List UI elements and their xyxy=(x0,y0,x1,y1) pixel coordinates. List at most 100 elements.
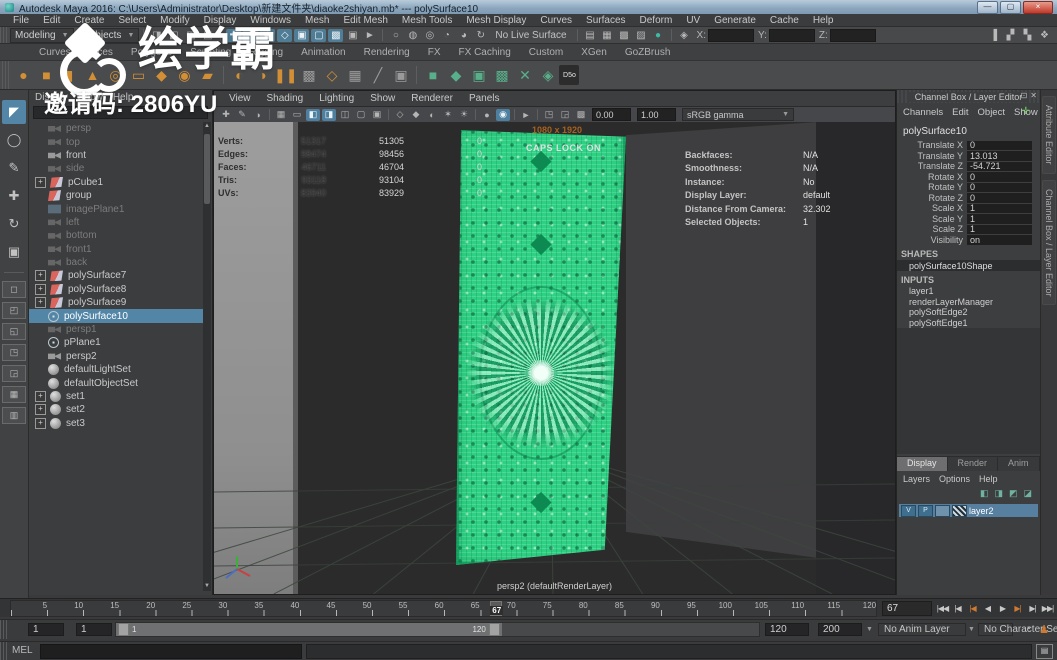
shelf-icon[interactable]: ▲ xyxy=(81,64,104,87)
outliner-item[interactable]: left xyxy=(29,216,203,229)
status-icon[interactable]: ◧ xyxy=(166,29,181,42)
playback-button[interactable]: ▶▶| xyxy=(1040,601,1055,615)
layer-color-swatch[interactable] xyxy=(952,504,967,517)
menu-item[interactable]: Edit xyxy=(36,15,67,26)
input-node-item[interactable]: polySoftEdge2 xyxy=(897,307,1040,318)
timeline-tick[interactable]: 110 xyxy=(768,601,804,611)
status-icon[interactable]: ◈ xyxy=(677,29,692,42)
viewport-toolbar-icon[interactable] xyxy=(388,109,389,120)
gamma-field[interactable]: 1.00 xyxy=(637,108,676,121)
status-icon[interactable]: ◆ xyxy=(260,28,276,42)
status-icon[interactable] xyxy=(670,29,672,41)
timeline-tick[interactable]: 85 xyxy=(588,601,624,611)
chevron-down-icon[interactable]: ▼ xyxy=(968,626,975,633)
status-icon[interactable]: ▤ xyxy=(200,29,215,42)
selected-node-name[interactable]: polySurface10 xyxy=(897,120,1040,140)
range-end-handle[interactable] xyxy=(488,623,500,636)
menu-item[interactable]: Select xyxy=(111,15,153,26)
shelf-icon[interactable]: ▣ xyxy=(467,64,490,87)
anim-layer-dropdown[interactable]: No Anim Layer xyxy=(878,623,966,636)
close-icon[interactable]: ✕ xyxy=(1030,91,1037,100)
chevron-down-icon[interactable]: ▼ xyxy=(866,626,873,633)
layer-editor-menu-item[interactable]: Options xyxy=(939,474,970,484)
input-node-item[interactable]: polySoftEdge1 xyxy=(897,318,1040,329)
current-frame-field[interactable]: 67 xyxy=(882,601,932,616)
playback-button[interactable]: ◀ xyxy=(980,601,995,615)
menu-item[interactable]: Mesh Tools xyxy=(395,15,459,26)
shelf-grip[interactable] xyxy=(2,61,9,89)
expand-toggle-icon[interactable] xyxy=(35,352,44,361)
outliner-item[interactable]: imagePlane1 xyxy=(29,202,203,215)
auto-keyframe-icon[interactable]: ◔ xyxy=(1024,623,1031,635)
viewport-toolbar-icon[interactable]: ► xyxy=(519,109,533,121)
outliner-item[interactable]: defaultLightSet xyxy=(29,363,203,376)
attribute-value-field[interactable]: 0 xyxy=(967,172,1032,182)
outliner-item[interactable]: + pCube1 xyxy=(29,176,203,189)
timeline-tick[interactable]: 95 xyxy=(660,601,696,611)
viewport-toolbar-icon[interactable]: ◲ xyxy=(558,109,572,121)
outliner-item[interactable]: + set3 xyxy=(29,417,203,430)
status-icon[interactable]: ◕ xyxy=(456,29,471,42)
status-icon[interactable]: ✚ xyxy=(226,28,242,42)
shape-node-item[interactable]: polySurface10Shape xyxy=(897,260,1040,271)
layer-editor-menu-item[interactable]: Layers xyxy=(903,474,930,484)
menu-item[interactable]: File xyxy=(6,15,36,26)
status-icon[interactable]: ▤ xyxy=(583,29,598,42)
status-icon[interactable]: ◠ xyxy=(243,28,259,42)
coord-input[interactable] xyxy=(707,28,754,42)
outliner-item[interactable]: front xyxy=(29,149,203,162)
shelf-icon[interactable]: ◆ xyxy=(150,64,173,87)
shelf-tab[interactable]: Animation xyxy=(292,45,354,60)
expand-toggle-icon[interactable]: + xyxy=(35,404,46,416)
expand-toggle-icon[interactable]: + xyxy=(35,270,46,282)
shelf-icon[interactable]: ▮ xyxy=(58,64,81,87)
menu-item[interactable]: Edit Mesh xyxy=(336,15,394,26)
expand-toggle-icon[interactable] xyxy=(35,218,44,227)
sidebar-toggle-icon[interactable]: ▐ xyxy=(986,29,1001,42)
status-icon[interactable]: ↻ xyxy=(473,29,488,42)
viewport-menu-item[interactable]: View xyxy=(222,93,258,104)
viewport-toolbar-icon[interactable]: ✎ xyxy=(235,109,249,121)
shelf-icon[interactable]: ▰ xyxy=(196,64,219,87)
layout-shortcut-button[interactable]: ◳ xyxy=(2,344,26,361)
expand-toggle-icon[interactable] xyxy=(35,312,44,321)
shelf-icon[interactable]: ▭ xyxy=(127,64,150,87)
sidebar-toggle-icon[interactable]: ▚ xyxy=(1020,29,1035,42)
viewport-toolbar-icon[interactable]: ◳ xyxy=(542,109,556,121)
layer-name[interactable]: layer2 xyxy=(969,506,994,516)
status-icon[interactable]: ▣ xyxy=(294,28,310,42)
timeline-tick[interactable]: 15 xyxy=(83,601,119,611)
expand-toggle-icon[interactable] xyxy=(35,325,44,334)
channel-box-menu-item[interactable]: Object xyxy=(978,107,1005,118)
viewport-toolbar-icon[interactable]: ◧ xyxy=(306,108,320,121)
outliner-item[interactable]: side xyxy=(29,162,203,175)
shelf-tab[interactable]: Rendering xyxy=(355,45,419,60)
menu-item[interactable]: Windows xyxy=(243,15,298,26)
outliner-item[interactable]: pPlane1 xyxy=(29,336,203,349)
status-icon[interactable]: ○ xyxy=(388,29,403,42)
layer-editor-tab[interactable]: Render xyxy=(947,457,999,471)
viewport-toolbar-icon[interactable]: ◨ xyxy=(322,108,336,121)
sidebar-vertical-tab[interactable]: Channel Box / Layer Editor xyxy=(1042,179,1056,306)
exposure-field[interactable]: 0.00 xyxy=(592,108,631,121)
menu-item[interactable]: UV xyxy=(679,15,707,26)
minimize-button[interactable]: — xyxy=(977,1,998,14)
layer-display-type-toggle[interactable] xyxy=(935,504,950,517)
selection-mode-dropdown[interactable]: Objects ▼ xyxy=(82,27,140,43)
outliner-item[interactable]: back xyxy=(29,256,203,269)
timeline-playhead[interactable]: 67 xyxy=(490,601,504,616)
viewport-menu-item[interactable]: Renderer xyxy=(404,93,460,104)
status-icon[interactable]: ► xyxy=(362,29,377,42)
timeline-tick[interactable]: 55 xyxy=(371,601,408,611)
range-start-handle[interactable] xyxy=(118,623,129,636)
outliner-item[interactable]: + set2 xyxy=(29,403,203,416)
maximize-button[interactable]: ▢ xyxy=(1000,1,1021,14)
shelf-icon[interactable]: ◇ xyxy=(320,64,343,87)
close-button[interactable]: × xyxy=(1023,1,1053,14)
layout-shortcut-button[interactable]: ◲ xyxy=(2,365,26,382)
menu-item[interactable]: Cache xyxy=(763,15,806,26)
status-icon[interactable]: ▩ xyxy=(617,29,632,42)
shelf-icon[interactable]: ◎ xyxy=(104,64,127,87)
animation-end-field[interactable]: 200 xyxy=(818,623,862,636)
toolbar-grip[interactable] xyxy=(0,27,7,43)
